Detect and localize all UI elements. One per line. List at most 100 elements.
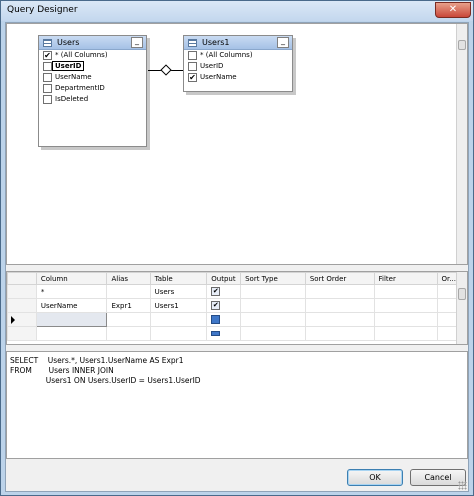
column-name: * (All Columns) xyxy=(200,51,253,59)
column-name: UserID xyxy=(200,62,224,70)
grid-cell-table[interactable] xyxy=(149,312,208,327)
grid-cell-column[interactable] xyxy=(35,326,108,341)
sql-line: SELECT Users.*, Users1.UserName AS Expr1 xyxy=(10,356,184,365)
grid-cell-output[interactable]: ✔ xyxy=(206,298,242,313)
column-checkbox[interactable] xyxy=(43,95,52,104)
row-header[interactable] xyxy=(7,298,37,313)
grid-cell-output[interactable] xyxy=(206,326,242,341)
column-row[interactable]: IsDeleted xyxy=(39,94,146,105)
grid-cell[interactable] xyxy=(373,284,438,299)
grid-cell-alias[interactable] xyxy=(106,326,151,341)
grid-cell[interactable] xyxy=(436,298,459,313)
grid-cell[interactable] xyxy=(304,284,375,299)
column-name: UserName xyxy=(200,73,237,81)
table-users-header[interactable]: Users _ xyxy=(39,36,146,50)
title-bar[interactable]: Query Designer ✕ xyxy=(1,1,473,21)
close-button[interactable]: ✕ xyxy=(435,2,471,18)
column-row[interactable]: UserName xyxy=(39,72,146,83)
scrollbar-thumb[interactable] xyxy=(458,40,466,50)
table-icon xyxy=(188,39,197,47)
grid-cell-alias[interactable] xyxy=(106,312,151,327)
criteria-grid-pane[interactable]: Column Alias Table Output Sort Type Sort… xyxy=(6,271,468,345)
query-designer-window: Query Designer ✕ Users _ ✔ * (All Column… xyxy=(0,0,474,496)
table-users1-header[interactable]: Users1 _ xyxy=(184,36,292,50)
grid-cell[interactable] xyxy=(240,284,306,299)
column-checkbox[interactable] xyxy=(43,62,52,71)
minimize-button[interactable]: _ xyxy=(277,37,289,48)
column-checkbox[interactable] xyxy=(188,62,197,71)
grid-cell-output[interactable] xyxy=(206,312,242,327)
column-header[interactable]: Sort Type xyxy=(240,272,306,285)
column-checkbox[interactable] xyxy=(188,51,197,60)
minimize-button[interactable]: _ xyxy=(131,37,143,48)
column-header[interactable]: Column xyxy=(35,272,108,285)
row-header[interactable] xyxy=(7,326,37,341)
diagram-scrollbar[interactable] xyxy=(456,24,467,264)
table-row[interactable] xyxy=(7,312,459,327)
sql-text[interactable]: SELECT Users.*, Users1.UserName AS Expr1… xyxy=(10,356,201,386)
grid-cell-alias[interactable] xyxy=(106,284,151,299)
table-users1[interactable]: Users1 _ * (All Columns) UserID ✔ UserNa… xyxy=(183,35,293,92)
grid-cell-column[interactable]: UserName xyxy=(35,298,108,313)
grid-cell[interactable] xyxy=(436,312,459,327)
grid-cell[interactable] xyxy=(240,298,306,313)
grid-scrollbar[interactable] xyxy=(456,272,467,344)
grid-cell[interactable] xyxy=(304,312,375,327)
grid-cell-column[interactable] xyxy=(35,312,108,327)
row-header[interactable] xyxy=(7,284,37,299)
grid-cell-table[interactable] xyxy=(149,326,208,341)
grid-cell[interactable] xyxy=(304,326,375,341)
table-row[interactable]: UserName Expr1 Users1 ✔ xyxy=(7,298,459,313)
output-checkbox[interactable] xyxy=(211,315,221,324)
grid-cell-alias[interactable]: Expr1 xyxy=(106,298,151,313)
diagram-pane[interactable]: Users _ ✔ * (All Columns) UserID UserNam… xyxy=(6,23,468,265)
output-checkbox[interactable]: ✔ xyxy=(211,301,221,310)
scrollbar-thumb[interactable] xyxy=(458,288,466,300)
join-diamond-icon[interactable] xyxy=(160,64,172,76)
grid-cell[interactable] xyxy=(373,312,438,327)
table-users[interactable]: Users _ ✔ * (All Columns) UserID UserNam… xyxy=(38,35,147,147)
row-header-corner xyxy=(7,272,37,285)
grid-cell[interactable] xyxy=(436,326,459,341)
grid-cell[interactable] xyxy=(373,298,438,313)
column-header[interactable]: Filter xyxy=(373,272,438,285)
grid-cell[interactable] xyxy=(240,312,306,327)
table-icon xyxy=(43,39,52,47)
table-row[interactable] xyxy=(7,326,459,341)
column-name: UserID xyxy=(51,61,85,71)
output-checkbox[interactable]: ✔ xyxy=(211,287,221,296)
resize-grip-icon[interactable] xyxy=(458,481,467,490)
column-name: IsDeleted xyxy=(55,95,89,103)
column-row[interactable]: DepartmentID xyxy=(39,83,146,94)
ok-button[interactable]: OK xyxy=(347,469,403,486)
column-name: * (All Columns) xyxy=(55,51,108,59)
column-row[interactable]: * (All Columns) xyxy=(184,50,292,61)
table-row[interactable]: * Users ✔ xyxy=(7,284,459,299)
column-name: DepartmentID xyxy=(55,84,105,92)
column-row[interactable]: UserID xyxy=(184,61,292,72)
column-header[interactable]: Or... xyxy=(436,272,459,285)
column-header[interactable]: Sort Order xyxy=(304,272,375,285)
column-checkbox[interactable]: ✔ xyxy=(188,73,197,82)
grid-cell[interactable] xyxy=(304,298,375,313)
grid-cell-output[interactable]: ✔ xyxy=(206,284,242,299)
column-checkbox[interactable] xyxy=(43,73,52,82)
column-header[interactable]: Output xyxy=(206,272,242,285)
column-header[interactable]: Alias xyxy=(106,272,151,285)
grid-cell-table[interactable]: Users1 xyxy=(149,298,208,313)
grid-cell-column[interactable]: * xyxy=(35,284,108,299)
column-checkbox[interactable] xyxy=(43,84,52,93)
grid-cell-table[interactable]: Users xyxy=(149,284,208,299)
sql-pane[interactable]: SELECT Users.*, Users1.UserName AS Expr1… xyxy=(6,351,468,459)
column-row[interactable]: ✔ * (All Columns) xyxy=(39,50,146,61)
row-header[interactable] xyxy=(7,312,37,327)
column-row[interactable]: ✔ UserName xyxy=(184,72,292,83)
output-checkbox[interactable] xyxy=(211,331,221,336)
grid-cell[interactable] xyxy=(436,284,459,299)
grid-cell[interactable] xyxy=(240,326,306,341)
column-row[interactable]: UserID xyxy=(39,61,146,72)
window-title: Query Designer xyxy=(7,5,78,15)
grid-cell[interactable] xyxy=(373,326,438,341)
column-header[interactable]: Table xyxy=(149,272,208,285)
column-checkbox[interactable]: ✔ xyxy=(43,51,52,60)
